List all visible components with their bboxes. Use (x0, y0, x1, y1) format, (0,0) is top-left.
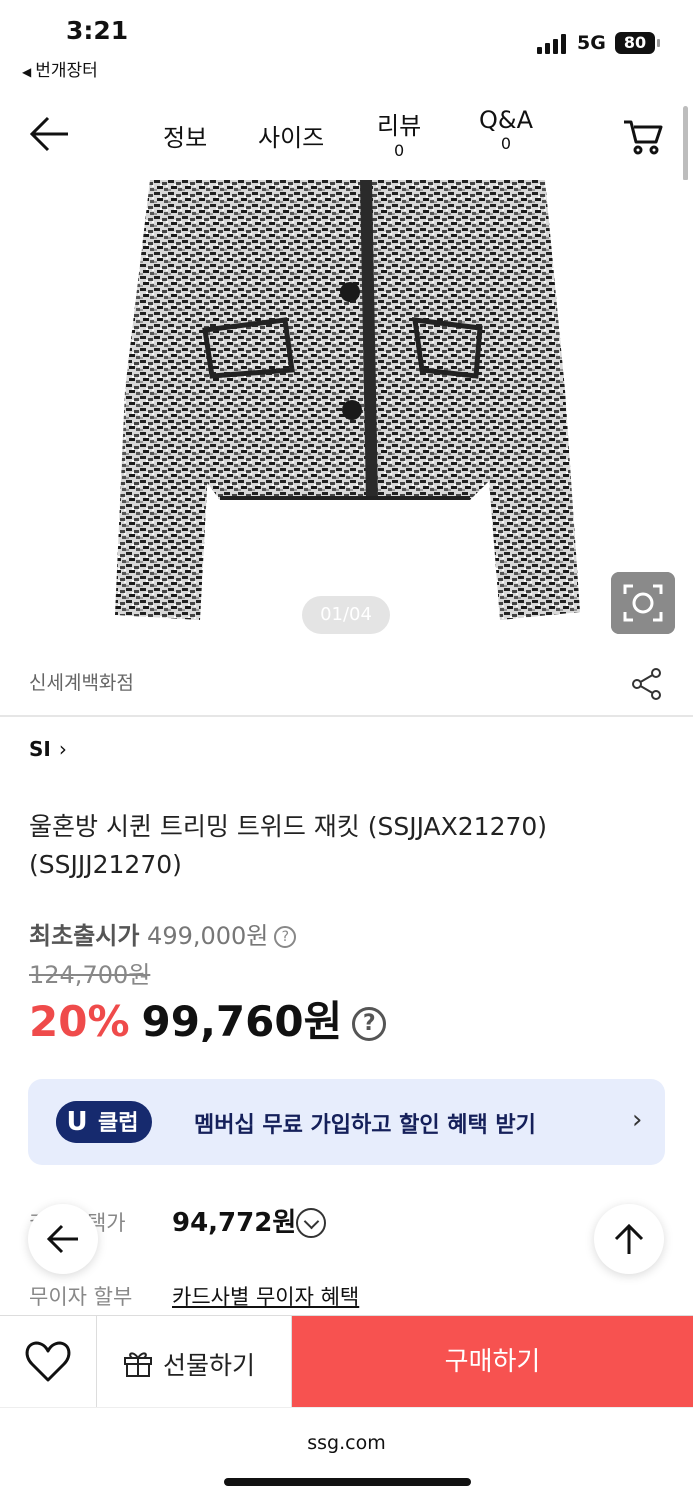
product-image[interactable] (0, 180, 693, 645)
seller-name[interactable]: 신세계백화점 (29, 668, 134, 695)
list-price: 124,700원 (29, 961, 151, 989)
gift-icon (124, 1352, 152, 1377)
installment-link[interactable]: 카드사별 무이자 혜택 (172, 1281, 359, 1311)
url-bar[interactable]: ssg.com (0, 1432, 693, 1454)
gift-label: 선물하기 (163, 1351, 256, 1380)
image-counter: 01/04 (302, 596, 390, 634)
tab-review-count: 0 (393, 141, 405, 160)
original-price-label: 최초출시가 (29, 922, 140, 950)
bottom-action-bar: 선물하기 구매하기 (0, 1315, 693, 1408)
uclub-u-logo: U (56, 1101, 98, 1143)
tab-qna[interactable]: Q&A 0 (479, 106, 533, 153)
arrow-left-icon (46, 1224, 78, 1254)
discount-rate: 20% (29, 997, 130, 1046)
tab-size[interactable]: 사이즈 (258, 118, 324, 153)
original-price-help-icon[interactable]: ? (274, 926, 297, 948)
browser-footer: ssg.com (0, 1407, 693, 1500)
original-price-row: 최초출시가 499,000원? (29, 916, 297, 951)
arrow-up-icon (614, 1223, 644, 1254)
chevron-right-icon: › (58, 737, 67, 761)
back-arrow-icon[interactable] (30, 116, 70, 152)
wishlist-button[interactable] (0, 1316, 97, 1408)
back-to-app-link[interactable]: ◀ 번개장터 (22, 56, 98, 81)
scroll-top-button[interactable] (594, 1204, 664, 1274)
original-price-value: 499,000원 (147, 922, 269, 950)
status-bar: 3:21 ◀ 번개장터 5G 80 (0, 0, 693, 92)
product-header: 정보 사이즈 리뷰 0 Q&A 0 (0, 92, 693, 180)
final-price-row: 20% 99,760원? (29, 988, 387, 1046)
tweed-jacket-image (115, 180, 580, 620)
brand-link[interactable]: SI › (29, 737, 67, 761)
prev-page-button[interactable] (28, 1204, 98, 1274)
product-title: 울혼방 시퀸 트리밍 트위드 재킷 (SSJJAX21270)(SSJJJ212… (29, 812, 548, 879)
tab-qna-label: Q&A (479, 106, 534, 134)
share-icon[interactable] (629, 666, 665, 702)
uclub-badge: U 클럽 (56, 1101, 153, 1143)
installment-label: 무이자 할부 (29, 1285, 133, 1309)
cart-icon[interactable] (622, 116, 664, 156)
back-triangle-icon: ◀ (22, 65, 32, 79)
heart-icon (25, 1341, 71, 1382)
price-help-icon[interactable]: ? (352, 1007, 387, 1041)
gift-button[interactable]: 선물하기 (97, 1316, 292, 1408)
final-price: 99,760원 (141, 997, 343, 1046)
tab-info-label: 정보 (163, 124, 208, 152)
camera-lens-button[interactable] (611, 572, 675, 634)
signal-icon (537, 34, 569, 54)
scrollbar[interactable] (683, 106, 688, 181)
uclub-badge-text: 클럽 (98, 1111, 139, 1136)
brand-name: SI (29, 737, 51, 761)
status-time: 3:21 (66, 16, 129, 45)
tab-review[interactable]: 리뷰 0 (377, 106, 421, 160)
tab-qna-count: 0 (500, 134, 512, 153)
card-price: 94,772원 (172, 1208, 297, 1238)
divider (0, 715, 693, 717)
battery-icon: 80 (615, 32, 660, 54)
chevron-down-icon[interactable] (296, 1208, 326, 1238)
uclub-banner[interactable]: U 클럽 멤버십 무료 가입하고 할인 혜택 받기 › (28, 1079, 665, 1165)
network-label: 5G (577, 32, 606, 54)
chevron-right-icon: › (632, 1105, 643, 1135)
tab-size-label: 사이즈 (258, 124, 325, 152)
buy-button[interactable]: 구매하기 (292, 1316, 693, 1408)
back-app-label: 번개장터 (35, 61, 98, 81)
uclub-text: 멤버십 무료 가입하고 할인 혜택 받기 (194, 1113, 536, 1138)
tab-info[interactable]: 정보 (163, 118, 207, 153)
tab-review-label: 리뷰 (377, 112, 422, 140)
home-indicator[interactable] (224, 1478, 471, 1486)
